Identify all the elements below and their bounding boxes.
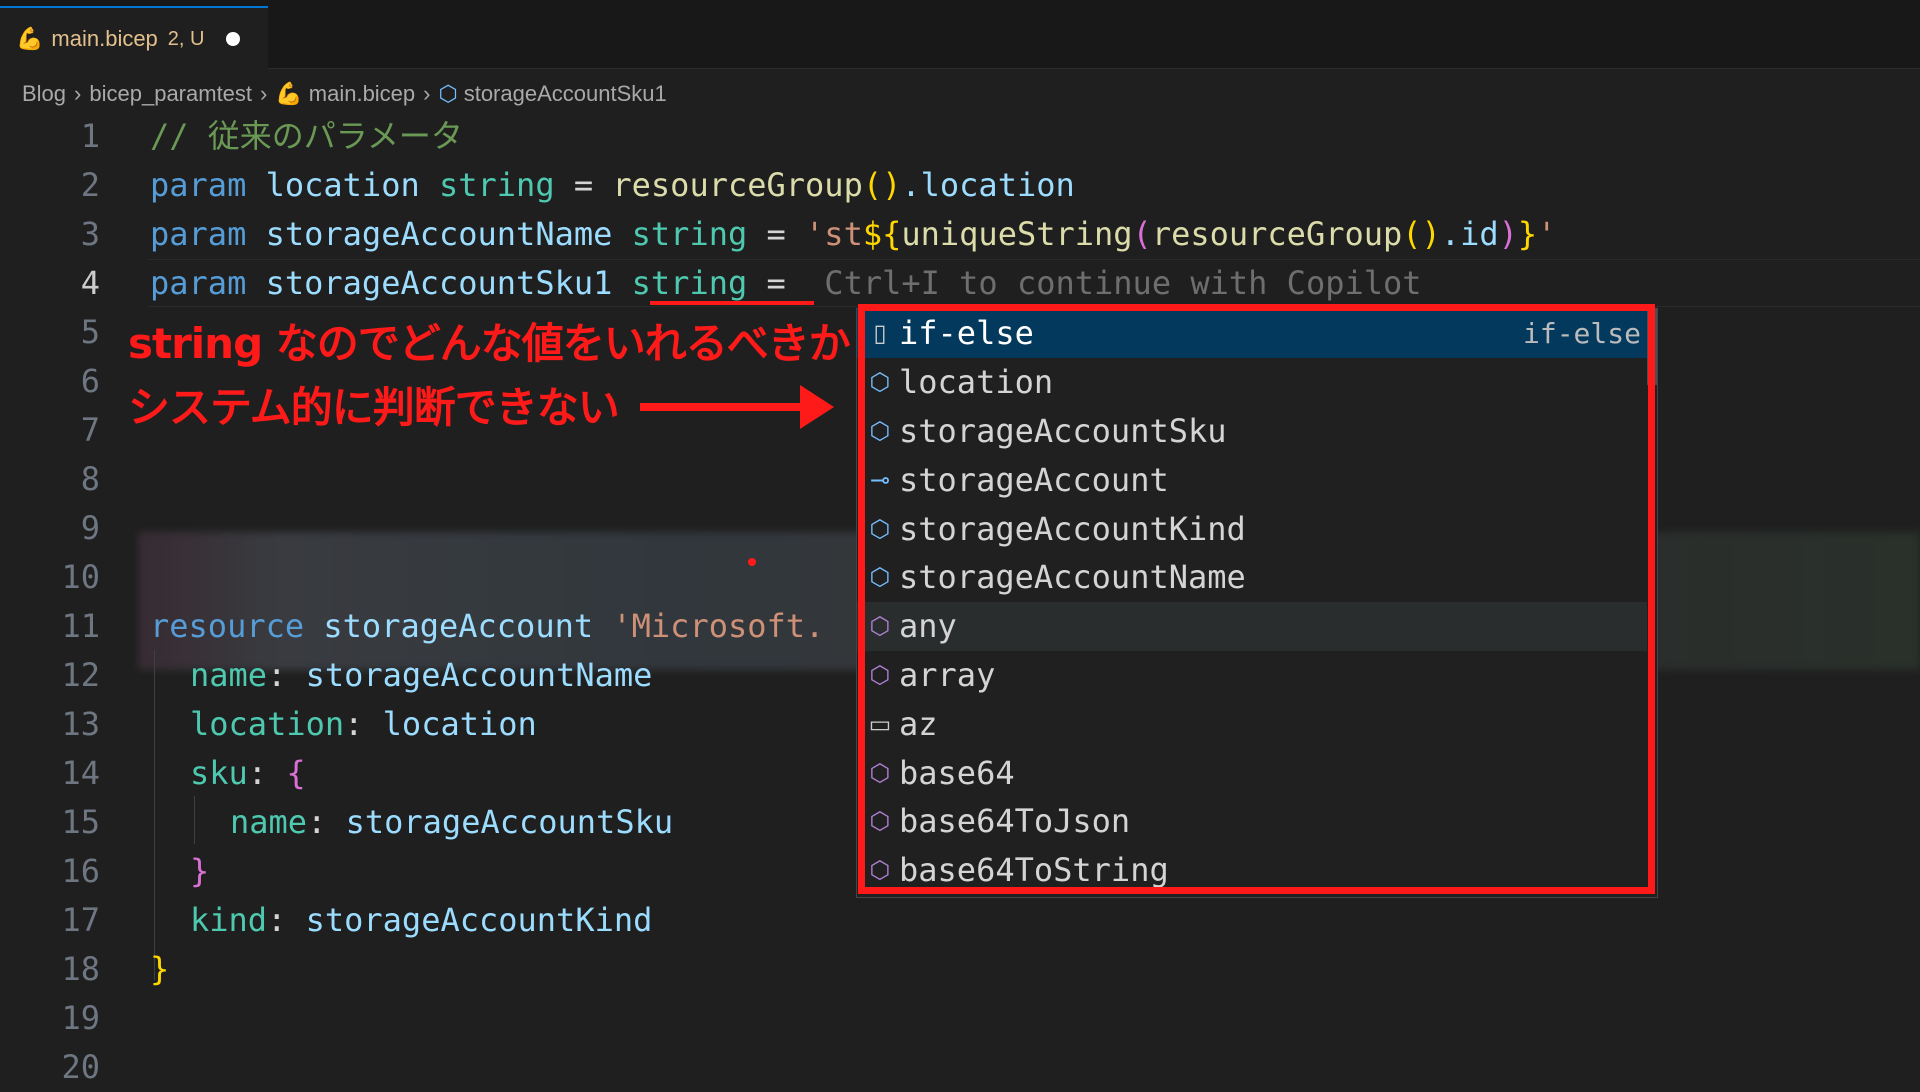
code-line-17: kind: storageAccountKind xyxy=(190,901,653,939)
chevron-right-icon: › xyxy=(260,81,268,106)
code-line-15: name: storageAccountSku xyxy=(230,803,674,841)
highlight-box xyxy=(858,304,1655,894)
tab-bar: 💪 main.bicep 2, U xyxy=(0,0,1920,70)
bicep-file-icon: 💪 xyxy=(16,26,44,52)
line-number: 17 xyxy=(61,901,100,939)
line-number: 5 xyxy=(80,313,100,351)
tab-status: 2, U xyxy=(167,27,205,50)
line-number: 2 xyxy=(80,166,100,204)
line-number: 18 xyxy=(61,950,100,988)
arrow-head-icon xyxy=(800,385,834,429)
line-number: 20 xyxy=(61,1048,100,1086)
copilot-hint: Ctrl+I to continue with Copilot xyxy=(824,264,1422,302)
code-line-1: // 従来のパラメータ xyxy=(150,117,463,155)
line-number: 9 xyxy=(80,509,100,547)
breadcrumb-item-file[interactable]: main.bicep xyxy=(309,81,415,107)
code-line-16: } xyxy=(190,852,210,890)
code-line-3: param storageAccountName string = 'st${u… xyxy=(150,215,1557,253)
tab-label: main.bicep xyxy=(51,26,158,51)
red-dot xyxy=(748,558,756,566)
line-number: 11 xyxy=(61,607,100,645)
breadcrumb-item-symbol[interactable]: storageAccountSku1 xyxy=(464,81,667,107)
line-number: 10 xyxy=(61,558,100,596)
code-line-13: location: location xyxy=(190,705,537,743)
tab-main-bicep[interactable]: 💪 main.bicep 2, U xyxy=(0,6,268,70)
line-number: 8 xyxy=(80,460,100,498)
breadcrumb-item-folder[interactable]: bicep_paramtest xyxy=(89,81,252,107)
line-number: 6 xyxy=(80,362,100,400)
line-number: 4 xyxy=(80,264,100,302)
bicep-file-icon: 💪 xyxy=(275,81,303,106)
line-number: 7 xyxy=(80,411,100,449)
breadcrumb: Blog › bicep_paramtest › 💪 main.bicep › … xyxy=(22,78,667,110)
code-line-11: resource storageAccount 'Microsoft. xyxy=(150,607,825,645)
unsaved-dot-icon[interactable] xyxy=(226,32,241,46)
line-number: 13 xyxy=(61,705,100,743)
code-line-14: sku: { xyxy=(190,754,306,792)
code-line-12: name: storageAccountName xyxy=(190,656,653,694)
line-number: 3 xyxy=(80,215,100,253)
chevron-right-icon: › xyxy=(423,81,431,106)
code-line-2: param location string = resourceGroup().… xyxy=(150,166,1075,204)
code-line-18: } xyxy=(150,950,170,988)
cube-icon: ⬡ xyxy=(438,81,458,106)
line-number: 15 xyxy=(61,803,100,841)
breadcrumb-item-blog[interactable]: Blog xyxy=(22,81,66,107)
annotation-line-1: string なのでどんな値をいれるべきか xyxy=(128,319,851,368)
line-number: 16 xyxy=(61,852,100,890)
line-number: 19 xyxy=(61,999,100,1037)
arrow-right-icon xyxy=(640,403,810,411)
line-number: 12 xyxy=(61,656,100,694)
underline-annotation xyxy=(650,301,814,305)
line-number: 1 xyxy=(80,117,100,155)
chevron-right-icon: › xyxy=(74,81,82,106)
annotation-line-2: システム的に判断できない xyxy=(128,383,620,432)
line-number: 14 xyxy=(61,754,100,792)
